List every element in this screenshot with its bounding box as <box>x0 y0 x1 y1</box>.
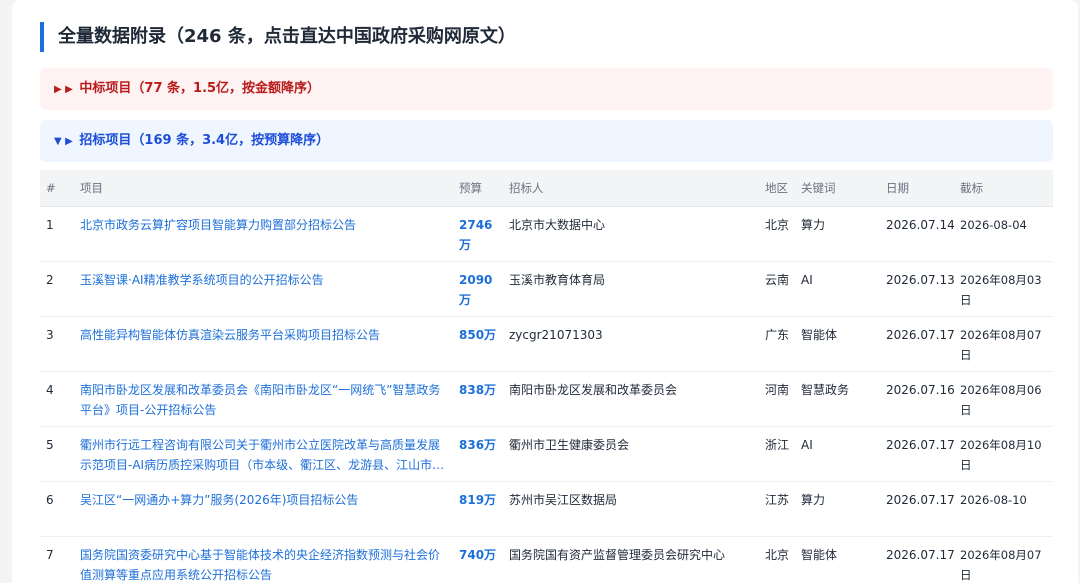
row-deadline: 2026-08-04 <box>954 206 1053 262</box>
row-budget: 819万 <box>453 481 503 537</box>
row-region: 浙江 <box>759 426 795 482</box>
row-num: 5 <box>40 426 74 482</box>
table-row: 7 国务院国资委研究中心基于智能体技术的央企经济指数预测与社会价值测算等重点应用… <box>40 536 1053 583</box>
row-num: 1 <box>40 206 74 262</box>
row-keyword: 算力 <box>795 206 880 262</box>
project-link[interactable]: 南阳市卧龙区发展和改革委员会《南阳市卧龙区“一网统飞”智慧政务平台》项目-公开招… <box>80 380 453 420</box>
row-region: 广东 <box>759 316 795 372</box>
row-region: 江苏 <box>759 481 795 537</box>
row-keyword: 智能体 <box>795 536 880 583</box>
row-deadline: 2026年08月07日 <box>954 536 1053 583</box>
won-projects-label: 中标项目（77 条，1.5亿，按金额降序） <box>79 81 321 96</box>
bid-projects-toggle[interactable]: ▼ ▶ 招标项目（169 条，3.4亿，按预算降序） <box>40 120 1053 162</box>
row-budget: 838万 <box>453 371 503 427</box>
col-header-deadline: 截标 <box>954 170 1053 207</box>
project-link[interactable]: 吴江区“一网通办+算力”服务(2026年)项目招标公告 <box>80 490 453 510</box>
row-region: 北京 <box>759 536 795 583</box>
col-header-project: 项目 <box>74 170 453 207</box>
row-deadline: 2026年08月07日 <box>954 316 1053 372</box>
table-row: 3 高性能异构智能体仿真渲染云服务平台采购项目招标公告 850万 zycgr21… <box>40 316 1053 372</box>
row-bidder: 玉溪市教育体育局 <box>503 261 759 317</box>
col-header-region: 地区 <box>759 170 795 207</box>
row-num: 7 <box>40 536 74 583</box>
row-bidder: 国务院国有资产监督管理委员会研究中心 <box>503 536 759 583</box>
row-bidder: 衢州市卫生健康委员会 <box>503 426 759 482</box>
row-budget: 836万 <box>453 426 503 482</box>
project-link[interactable]: 玉溪智课·AI精准教学系统项目的公开招标公告 <box>80 270 453 290</box>
row-deadline: 2026年08月06日 <box>954 371 1053 427</box>
row-region: 河南 <box>759 371 795 427</box>
row-region: 云南 <box>759 261 795 317</box>
col-header-keyword: 关键词 <box>795 170 880 207</box>
col-header-bidder: 招标人 <box>503 170 759 207</box>
project-link[interactable]: 国务院国资委研究中心基于智能体技术的央企经济指数预测与社会价值测算等重点应用系统… <box>80 545 453 583</box>
row-budget: 2746万 <box>453 206 503 262</box>
row-keyword: 智慧政务 <box>795 371 880 427</box>
row-keyword: 智能体 <box>795 316 880 372</box>
row-date: 2026.07.14 <box>880 206 954 262</box>
bid-projects-label: 招标项目（169 条，3.4亿，按预算降序） <box>79 133 330 148</box>
won-projects-toggle[interactable]: ▶ ▶ 中标项目（77 条，1.5亿，按金额降序） <box>40 68 1053 110</box>
row-budget: 2090万 <box>453 261 503 317</box>
row-bidder: 北京市大数据中心 <box>503 206 759 262</box>
row-date: 2026.07.17 <box>880 316 954 372</box>
row-date: 2026.07.13 <box>880 261 954 317</box>
section-title: 全量数据附录（246 条，点击直达中国政府采购网原文） <box>40 22 516 52</box>
col-header-num: # <box>40 170 74 207</box>
expand-arrow-icon: ▶ ▶ <box>54 84 73 95</box>
row-keyword: 算力 <box>795 481 880 537</box>
bid-projects-table: # 项目 预算 招标人 地区 关键词 日期 截标 1 北京市政务云算扩容项目智能… <box>40 170 1053 583</box>
project-link[interactable]: 高性能异构智能体仿真渲染云服务平台采购项目招标公告 <box>80 325 453 345</box>
table-row: 1 北京市政务云算扩容项目智能算力购置部分招标公告 2746万 北京市大数据中心… <box>40 206 1053 262</box>
row-keyword: AI <box>795 426 880 482</box>
table-row: 5 衢州市行远工程咨询有限公司关于衢州市公立医院改革与高质量发展示范项目-AI病… <box>40 426 1053 482</box>
row-keyword: AI <box>795 261 880 317</box>
col-header-date: 日期 <box>880 170 954 207</box>
row-bidder: 苏州市吴江区数据局 <box>503 481 759 537</box>
row-num: 2 <box>40 261 74 317</box>
row-date: 2026.07.17 <box>880 481 954 537</box>
project-link[interactable]: 衢州市行远工程咨询有限公司关于衢州市公立医院改革与高质量发展示范项目-AI病历质… <box>80 435 453 475</box>
row-deadline: 2026年08月03日 <box>954 261 1053 317</box>
row-deadline: 2026-08-10 <box>954 481 1053 537</box>
collapse-arrow-icon: ▼ ▶ <box>54 136 73 147</box>
col-header-budget: 预算 <box>453 170 503 207</box>
row-date: 2026.07.16 <box>880 371 954 427</box>
row-date: 2026.07.17 <box>880 536 954 583</box>
row-num: 4 <box>40 371 74 427</box>
row-bidder: zycgr21071303 <box>503 316 759 372</box>
row-deadline: 2026年08月10日 <box>954 426 1053 482</box>
row-region: 北京 <box>759 206 795 262</box>
row-date: 2026.07.17 <box>880 426 954 482</box>
row-budget: 850万 <box>453 316 503 372</box>
row-budget: 740万 <box>453 536 503 583</box>
row-num: 3 <box>40 316 74 372</box>
table-row: 6 吴江区“一网通办+算力”服务(2026年)项目招标公告 819万 苏州市吴江… <box>40 481 1053 537</box>
table-header-row: # 项目 预算 招标人 地区 关键词 日期 截标 <box>40 170 1053 207</box>
project-link[interactable]: 北京市政务云算扩容项目智能算力购置部分招标公告 <box>80 215 453 235</box>
table-row: 2 玉溪智课·AI精准教学系统项目的公开招标公告 2090万 玉溪市教育体育局 … <box>40 261 1053 317</box>
row-bidder: 南阳市卧龙区发展和改革委员会 <box>503 371 759 427</box>
table-row: 4 南阳市卧龙区发展和改革委员会《南阳市卧龙区“一网统飞”智慧政务平台》项目-公… <box>40 371 1053 427</box>
row-num: 6 <box>40 481 74 537</box>
